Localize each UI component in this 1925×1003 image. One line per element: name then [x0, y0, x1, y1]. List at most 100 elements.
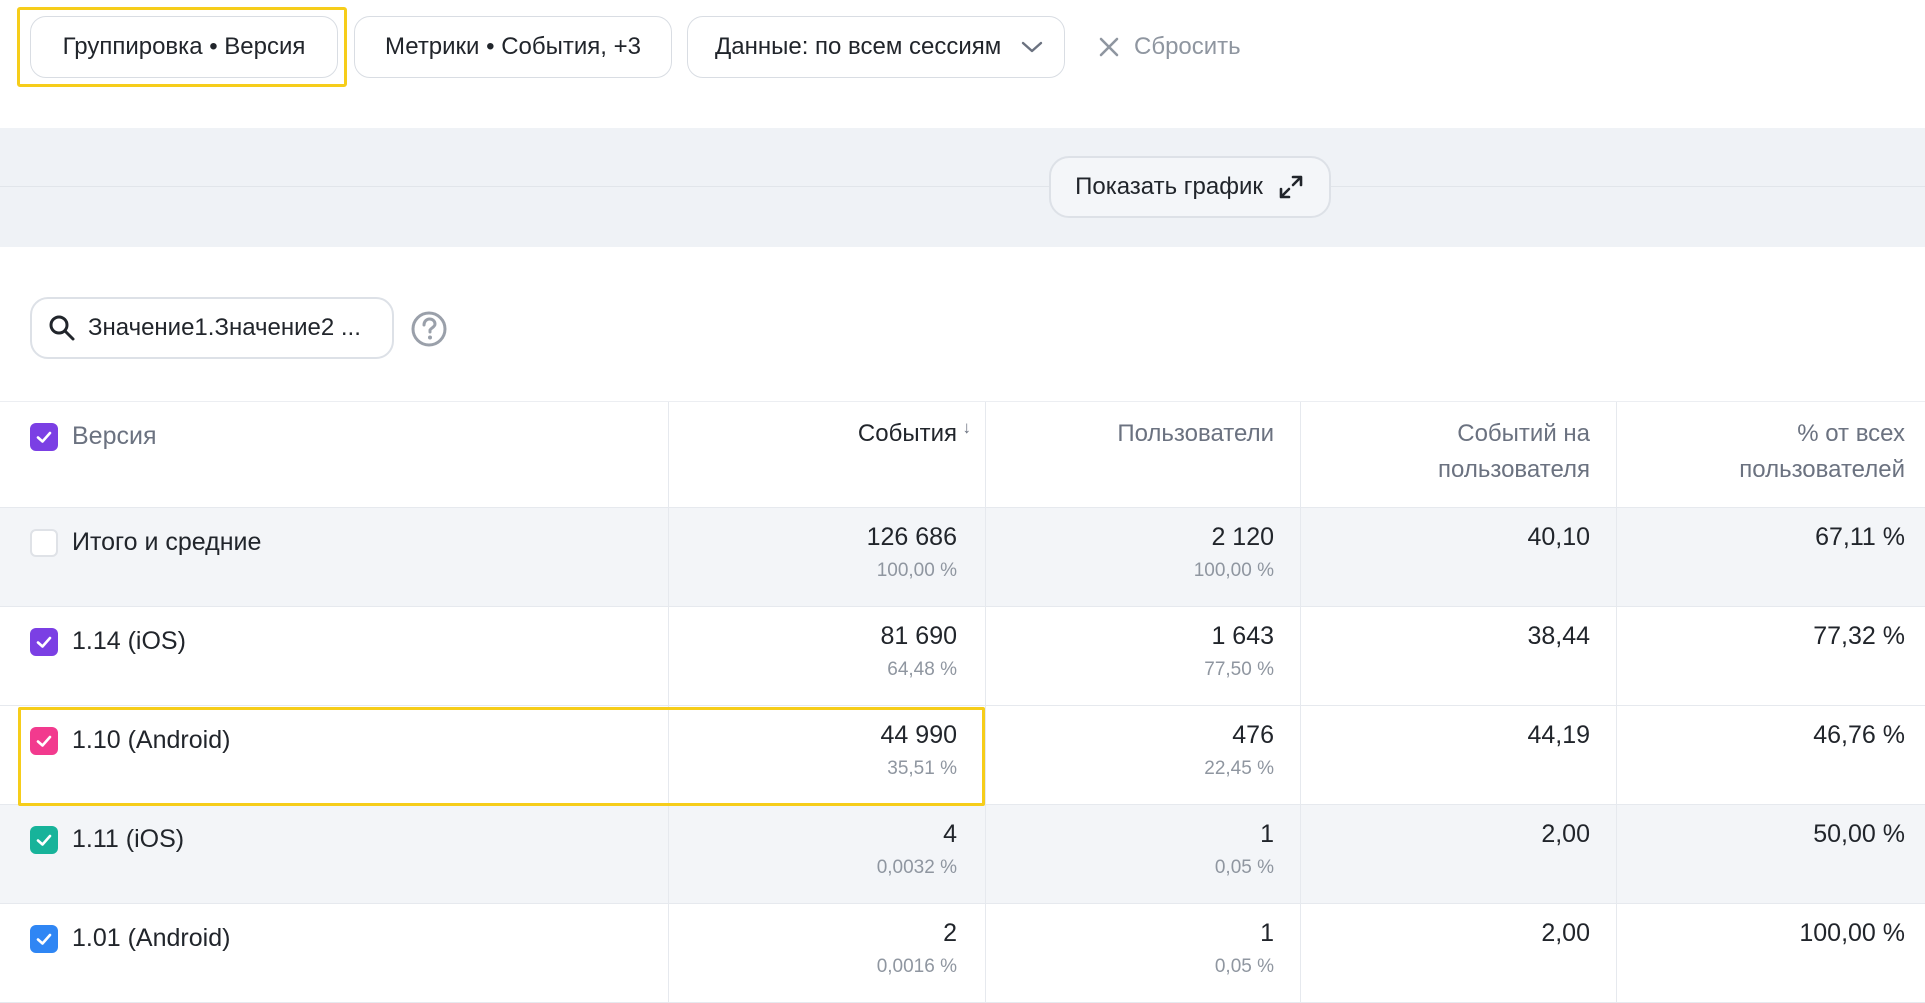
close-icon: [1099, 37, 1119, 57]
pct-all-value: 77,32 %: [1813, 622, 1905, 650]
column-separator: [985, 805, 986, 903]
events-share: 0,0016 %: [876, 956, 957, 977]
column-separator: [1300, 805, 1301, 903]
users-cell: 1 0,05 %: [1215, 819, 1274, 883]
column-separator: [668, 904, 669, 1002]
check-icon: [36, 636, 52, 648]
filter-bar: Группировка • Версия Метрики • События, …: [0, 0, 1925, 128]
events-value: 81 690: [880, 622, 957, 650]
table-row[interactable]: 1.11 (iOS) 4 0,0032 % 1 0,05 % 2,00 50,00 %: [0, 805, 1925, 904]
pct-all-value: 100,00 %: [1799, 919, 1905, 947]
column-separator: [1300, 508, 1301, 606]
per-user-value: 2,00: [1541, 919, 1590, 947]
column-separator: [1300, 402, 1301, 507]
column-separator: [668, 402, 669, 507]
per-user-value: 44,19: [1527, 721, 1590, 749]
check-icon: [36, 834, 52, 846]
column-separator: [985, 402, 986, 507]
search-input[interactable]: Значение1.Значение2 ...: [30, 297, 394, 359]
search-value: Значение1.Значение2 ...: [88, 314, 361, 341]
users-cell: 476 22,45 %: [1204, 720, 1274, 784]
column-separator: [1616, 508, 1617, 606]
column-separator: [668, 805, 669, 903]
column-separator: [985, 904, 986, 1002]
users-value: 1: [1260, 919, 1274, 947]
column-separator: [1616, 402, 1617, 507]
events-value: 4: [943, 820, 957, 848]
row-checkbox[interactable]: [30, 924, 58, 953]
table-row[interactable]: Итого и средние 126 686 100,00 % 2 120 100,0…: [0, 508, 1925, 607]
header-pct-users[interactable]: % от всех пользователей: [1739, 416, 1905, 488]
column-separator: [1300, 904, 1301, 1002]
table-row[interactable]: 1.01 (Android) 2 0,0016 % 1 0,05 % 2,00 100,00…: [0, 904, 1925, 1003]
row-checkbox[interactable]: [30, 627, 58, 656]
header-events[interactable]: События ↓: [858, 416, 971, 452]
column-separator: [1616, 607, 1617, 705]
header-users-label: Пользователи: [1117, 420, 1274, 447]
row-name: Итого и средние: [72, 528, 262, 556]
column-separator: [985, 607, 986, 705]
events-value: 126 686: [866, 523, 957, 551]
row-checkbox[interactable]: [30, 528, 58, 557]
per-user-cell: 38,44: [1527, 621, 1590, 651]
row-name-cell: Итого и средние: [30, 528, 261, 557]
search-icon: [49, 315, 75, 341]
users-value: 1 643: [1211, 622, 1274, 650]
pct-all-value: 67,11 %: [1815, 523, 1905, 551]
show-chart-button[interactable]: Показать график: [1049, 156, 1331, 218]
metrics-chip[interactable]: Метрики • События, +3: [354, 16, 672, 78]
pct-all-cell: 46,76 %: [1813, 720, 1905, 750]
row-name-cell: 1.11 (iOS): [30, 825, 184, 854]
row-highlight-frame: [18, 707, 985, 806]
data-scope-label: Данные: по всем сессиям: [715, 33, 1002, 60]
header-events-per-user[interactable]: Событий на пользователя: [1438, 416, 1590, 488]
row-name: 1.11 (iOS): [72, 825, 185, 853]
pct-all-cell: 100,00 %: [1799, 918, 1905, 948]
events-share: 0,0032 %: [876, 857, 957, 878]
users-value: 2 120: [1211, 523, 1274, 551]
users-cell: 1 643 77,50 %: [1204, 621, 1274, 685]
column-separator: [668, 607, 669, 705]
check-icon: [36, 431, 52, 443]
per-user-cell: 40,10: [1527, 522, 1590, 552]
chevron-down-icon: [1021, 41, 1043, 53]
events-cell: 81 690 64,48 %: [881, 621, 957, 685]
per-user-value: 38,44: [1527, 622, 1590, 650]
users-cell: 1 0,05 %: [1215, 918, 1274, 982]
per-user-value: 40,10: [1527, 523, 1590, 551]
data-scope-dropdown[interactable]: Данные: по всем сессиям: [687, 16, 1065, 78]
pct-all-value: 46,76 %: [1813, 721, 1905, 749]
pct-all-cell: 67,11 %: [1815, 522, 1905, 552]
pct-all-cell: 77,32 %: [1813, 621, 1905, 651]
header-events-per-user-line1: Событий на: [1457, 420, 1590, 447]
events-cell: 4 0,0032 %: [877, 819, 957, 883]
show-chart-label: Показать график: [1075, 173, 1263, 200]
table-row[interactable]: 1.14 (iOS) 81 690 64,48 % 1 643 77,50 % 38,44…: [0, 607, 1925, 706]
chart-strip: Показать график: [0, 128, 1925, 247]
reset-button[interactable]: Сбросить: [1098, 30, 1241, 64]
grouping-highlight-frame: [17, 7, 347, 87]
row-checkbox[interactable]: [30, 825, 58, 854]
column-separator: [985, 706, 986, 804]
sort-desc-icon: ↓: [962, 418, 972, 437]
chart-divider: [0, 186, 1925, 187]
pct-all-cell: 50,00 %: [1813, 819, 1905, 849]
select-all-checkbox[interactable]: [30, 422, 58, 451]
per-user-cell: 2,00: [1541, 819, 1590, 849]
events-cell: 126 686 100,00 %: [867, 522, 957, 586]
users-share: 0,05 %: [1214, 857, 1274, 878]
metrics-chip-label: Метрики • События, +3: [385, 33, 641, 60]
data-table: Версия События ↓ Пользователи Событий на…: [0, 401, 1925, 1003]
help-icon[interactable]: [410, 310, 448, 348]
users-value: 476: [1232, 721, 1274, 749]
users-share: 100,00 %: [1193, 560, 1274, 581]
column-separator: [1616, 904, 1617, 1002]
header-users[interactable]: Пользователи: [1117, 416, 1274, 452]
row-name: 1.14 (iOS): [72, 627, 186, 655]
column-separator: [668, 508, 669, 606]
users-share: 22,45 %: [1204, 758, 1274, 779]
header-version-label: Версия: [72, 422, 157, 450]
column-separator: [1616, 805, 1617, 903]
check-icon: [36, 933, 52, 945]
events-share: 100,00 %: [876, 560, 957, 581]
